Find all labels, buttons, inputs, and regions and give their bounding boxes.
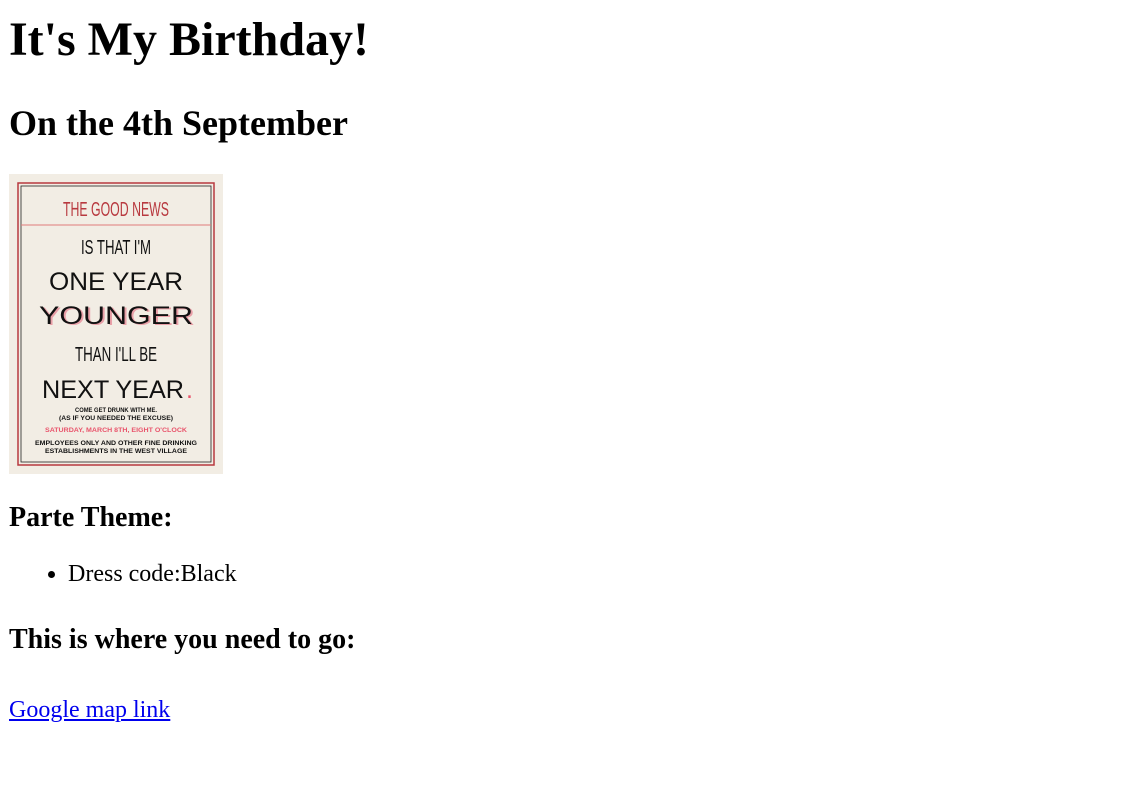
poster-line-5: THAN I'LL BE: [75, 344, 157, 366]
theme-list: Dress code:Black: [9, 560, 1120, 588]
poster-line-3: ONE YEAR: [49, 268, 183, 296]
poster-small-line-2: (AS IF YOU NEEDED THE EXCUSE): [59, 416, 173, 422]
poster-line-2: IS THAT I'M: [81, 237, 151, 259]
list-item: Dress code:Black: [68, 560, 1120, 588]
poster-small-line-1: COME GET DRUNK WITH ME.: [75, 408, 157, 414]
poster-line-4: YOUNGER: [39, 302, 193, 330]
poster-venue-line-2: ESTABLISHMENTS IN THE WEST VILLAGE: [45, 449, 187, 455]
page-subtitle: On the 4th September: [9, 103, 348, 143]
poster-line-6-period: .: [186, 376, 193, 404]
map-link-paragraph: Google map link: [9, 696, 1120, 724]
theme-heading: Parte Theme:: [9, 502, 173, 533]
poster-date-line: SATURDAY, MARCH 8TH, EIGHT O'CLOCK: [45, 428, 188, 434]
poster-line-6: NEXT YEAR: [42, 376, 184, 404]
page-content: It's My Birthday! On the 4th September T…: [0, 0, 1129, 724]
location-heading: This is where you need to go:: [9, 624, 356, 655]
birthday-poster-image: THE GOOD NEWS IS THAT I'M ONE YEAR YOUNG…: [9, 174, 223, 474]
google-map-link[interactable]: Google map link: [9, 697, 170, 723]
poster-line-1: THE GOOD NEWS: [63, 199, 169, 221]
poster-venue-line-1: EMPLOYEES ONLY AND OTHER FINE DRINKING: [35, 441, 197, 447]
page-title: It's My Birthday!: [9, 13, 369, 66]
